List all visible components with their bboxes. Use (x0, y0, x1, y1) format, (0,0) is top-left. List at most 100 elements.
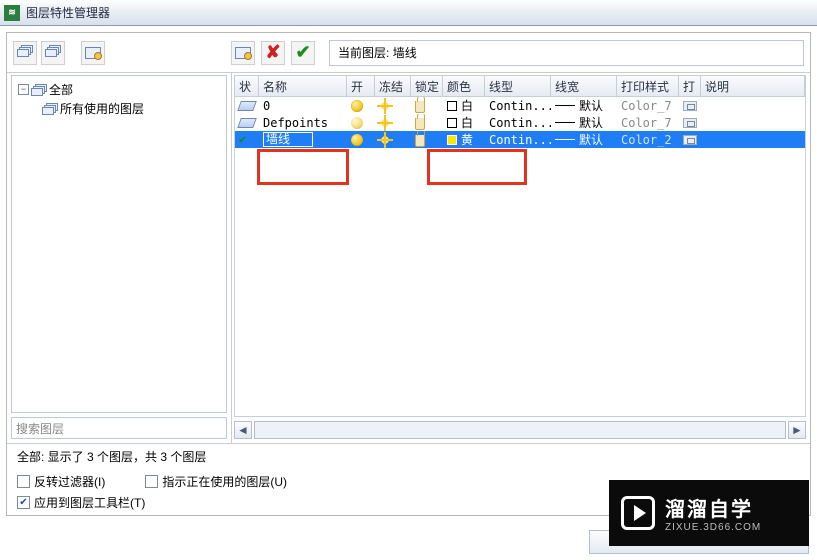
cell-pstyle: Color_7 (617, 97, 679, 114)
apply-toolbar-label: 应用到图层工具栏(T) (34, 494, 145, 511)
col-color[interactable]: 颜色 (443, 76, 485, 96)
bulb-on-icon[interactable] (351, 134, 363, 146)
col-desc[interactable]: 说明 (701, 76, 805, 96)
cell-ltype[interactable]: Contin... (485, 97, 551, 114)
cell-ltype[interactable]: Contin... (485, 114, 551, 131)
plot-icon[interactable] (683, 101, 697, 111)
col-pstyle[interactable]: 打印样式 (617, 76, 679, 96)
plot-icon[interactable] (683, 118, 697, 128)
cell-desc[interactable] (701, 97, 805, 114)
current-layer-check-icon: ✔ (239, 132, 246, 146)
cell-lw[interactable]: 默认 (551, 131, 617, 148)
cell-desc[interactable] (701, 114, 805, 131)
cell-lw[interactable]: 默认 (551, 97, 617, 114)
current-layer-display: 当前图层: 墙线 (329, 40, 804, 66)
x-icon: ✘ (265, 42, 280, 63)
tree-child[interactable]: 所有使用的图层 (14, 99, 224, 118)
layer-status-icon (237, 118, 257, 128)
set-current-button[interactable]: ✔ (291, 41, 315, 65)
search-placeholder: 搜索图层 (16, 420, 64, 437)
table-row[interactable]: Defpoints 白 Contin... 默认 Color_7 (235, 114, 805, 131)
cell-name[interactable]: Defpoints (259, 114, 347, 131)
grid-body[interactable]: 0 白 Contin... 默认 Color_7 Defpoints (234, 97, 806, 417)
plot-icon[interactable] (683, 135, 697, 145)
chevron-left-icon: ◄ (237, 423, 249, 437)
new-layer-button-2[interactable] (231, 41, 255, 65)
invert-filter-label: 反转过滤器(I) (34, 473, 105, 490)
sun-icon[interactable] (379, 100, 391, 112)
cell-pstyle: Color_2 (617, 131, 679, 148)
current-layer-name: 墙线 (393, 44, 417, 61)
color-swatch (447, 118, 457, 128)
col-name[interactable]: 名称 (259, 76, 347, 96)
check-icon: ✔ (295, 42, 310, 63)
tree-child-label: 所有使用的图层 (60, 100, 144, 117)
layer-states-button[interactable] (81, 41, 105, 65)
grid-header[interactable]: 状 名称 开 冻结 锁定 颜色 线型 线宽 打印样式 打 说明 (234, 75, 806, 97)
layer-grid-panel: 状 名称 开 冻结 锁定 颜色 线型 线宽 打印样式 打 说明 0 (232, 73, 810, 443)
layers-stack-icon (45, 45, 61, 61)
cell-desc[interactable] (701, 131, 805, 148)
col-plot[interactable]: 打 (679, 76, 701, 96)
cell-ltype[interactable]: Contin... (485, 131, 551, 148)
lock-icon[interactable] (415, 135, 425, 147)
sun-icon[interactable] (379, 134, 391, 146)
cell-name[interactable]: 墙线 (259, 131, 347, 148)
highlight-box (427, 149, 527, 185)
lineweight-icon (555, 105, 575, 106)
window-title: 图层特性管理器 (26, 4, 110, 21)
dialog-body: ✘ ✔ 当前图层: 墙线 − 全部 (6, 32, 811, 516)
color-swatch (447, 135, 457, 145)
chevron-right-icon: ► (791, 423, 803, 437)
layer-status-icon (237, 101, 257, 111)
layer-name-edit[interactable]: 墙线 (263, 132, 313, 147)
filter-tree[interactable]: − 全部 所有使用的图层 (11, 75, 227, 413)
checkbox-icon (145, 475, 158, 488)
h-scrollbar[interactable]: ◄ ► (234, 419, 806, 441)
table-row[interactable]: 0 白 Contin... 默认 Color_7 (235, 97, 805, 114)
filter-tree-panel: − 全部 所有使用的图层 搜索图层 (7, 73, 232, 443)
cell-color[interactable]: 白 (443, 97, 485, 114)
play-icon (621, 496, 655, 530)
cell-name[interactable]: 0 (259, 97, 347, 114)
invert-filter-checkbox[interactable]: 反转过滤器(I) (17, 473, 105, 490)
lock-icon[interactable] (415, 101, 425, 113)
search-input[interactable]: 搜索图层 (11, 417, 227, 439)
col-lock[interactable]: 锁定 (411, 76, 443, 96)
layer-new-icon (235, 47, 251, 59)
indicate-inuse-checkbox[interactable]: 指示正在使用的图层(U) (145, 473, 287, 490)
lock-icon[interactable] (415, 118, 425, 130)
scroll-track[interactable] (254, 421, 786, 439)
new-group-button[interactable] (41, 41, 65, 65)
status-line: 全部: 显示了 3 个图层，共 3 个图层 (7, 443, 810, 469)
col-freeze[interactable]: 冻结 (375, 76, 411, 96)
cell-lw[interactable]: 默认 (551, 114, 617, 131)
current-layer-label: 当前图层: (338, 44, 389, 61)
scroll-right-button[interactable]: ► (788, 421, 806, 439)
col-status[interactable]: 状 (235, 76, 259, 96)
sun-icon[interactable] (379, 117, 391, 129)
bulb-on-icon[interactable] (351, 117, 363, 129)
cell-pstyle: Color_7 (617, 114, 679, 131)
main-split: − 全部 所有使用的图层 搜索图层 状 (7, 73, 810, 443)
table-row[interactable]: ✔ 墙线 黄 Contin... 默认 Color_2 (235, 131, 805, 148)
layers-stack-icon (31, 84, 47, 96)
apply-toolbar-checkbox[interactable]: ✔ 应用到图层工具栏(T) (17, 494, 145, 511)
col-lw[interactable]: 线宽 (551, 76, 617, 96)
layers-stack-icon (17, 45, 33, 61)
watermark: 溜溜自学 ZIXUE.3D66.COM (609, 480, 809, 546)
tree-root-label: 全部 (49, 81, 73, 98)
tree-root[interactable]: − 全部 (14, 80, 224, 99)
toolbar: ✘ ✔ 当前图层: 墙线 (7, 33, 810, 73)
app-icon: ≋ (4, 5, 20, 21)
col-on[interactable]: 开 (347, 76, 375, 96)
scroll-left-button[interactable]: ◄ (234, 421, 252, 439)
delete-layer-button[interactable]: ✘ (261, 41, 285, 65)
col-ltype[interactable]: 线型 (485, 76, 551, 96)
collapse-icon[interactable]: − (18, 84, 29, 95)
layers-stack-icon (42, 103, 58, 115)
new-layer-button[interactable] (13, 41, 37, 65)
bulb-on-icon[interactable] (351, 100, 363, 112)
cell-color[interactable]: 白 (443, 114, 485, 131)
cell-color[interactable]: 黄 (443, 131, 485, 148)
